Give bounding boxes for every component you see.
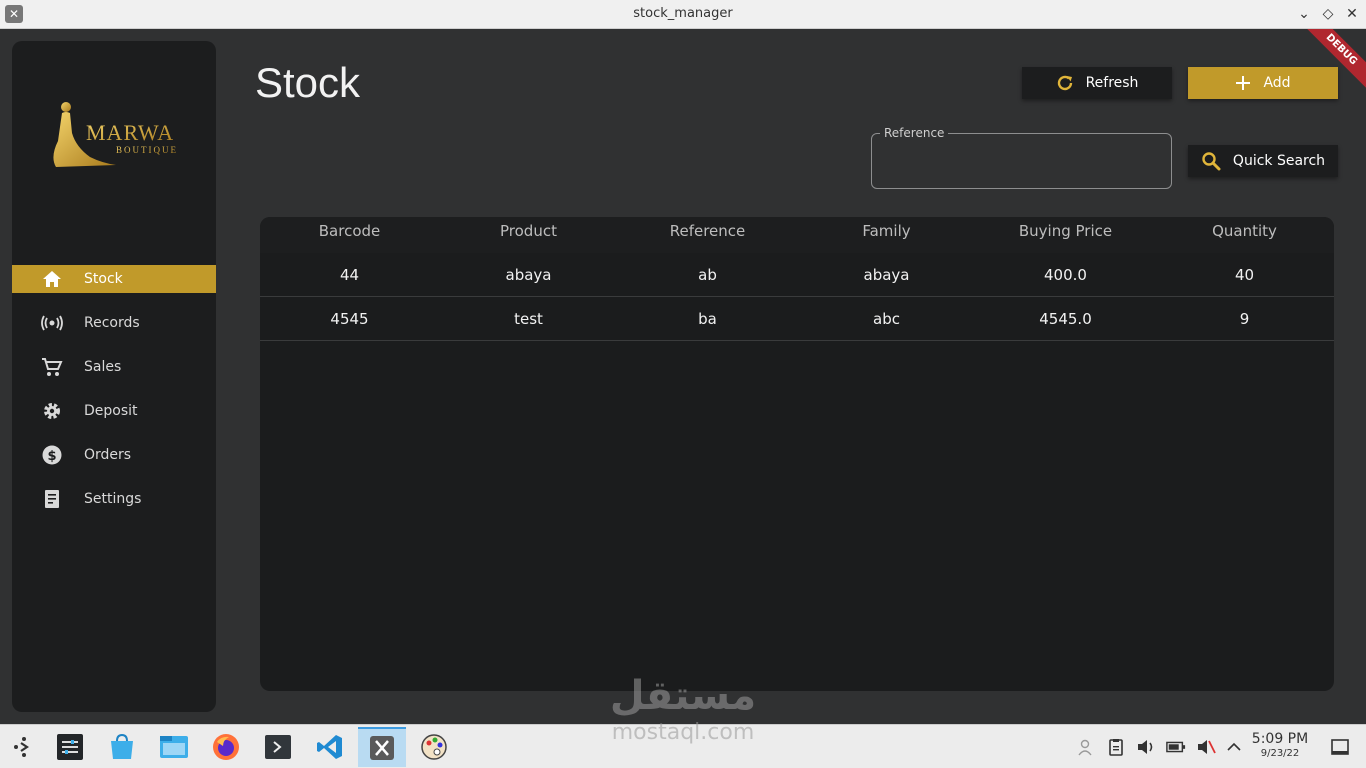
cell-family: abaya xyxy=(863,266,910,284)
brand-logo: MARWA BOUTIQUE xyxy=(46,97,186,177)
cell-buying-price: 4545.0 xyxy=(1039,310,1092,328)
plus-icon xyxy=(1235,75,1251,91)
discover-store-icon[interactable] xyxy=(98,727,146,767)
sidebar-item-label: Orders xyxy=(84,447,132,463)
cell-product: test xyxy=(514,310,543,328)
gear-icon xyxy=(40,401,64,421)
sidebar-item-sales[interactable]: Sales xyxy=(12,353,216,381)
home-icon xyxy=(40,269,64,289)
muted-speaker-icon[interactable] xyxy=(1196,737,1216,757)
stock-manager-taskbar-icon[interactable] xyxy=(358,727,406,767)
cell-barcode: 44 xyxy=(339,266,360,284)
sidebar-item-label: Deposit xyxy=(84,403,138,419)
column-header-reference[interactable]: Reference xyxy=(618,217,797,253)
sidebar-item-deposit[interactable]: Deposit xyxy=(12,397,216,425)
watermark-latin: mostaql.com xyxy=(611,720,755,745)
clipboard-icon[interactable] xyxy=(1106,737,1126,757)
paint-app-icon[interactable] xyxy=(410,727,458,767)
maximize-button[interactable]: ◇ xyxy=(1318,4,1338,24)
cart-icon xyxy=(40,357,64,377)
app-window: DEBUG MARWA BOUTIQUE Stock Records Sales… xyxy=(0,29,1366,724)
system-clock[interactable]: 5:09 PM 9/23/22 xyxy=(1248,731,1312,759)
terminal-icon[interactable] xyxy=(254,727,302,767)
cell-product: abaya xyxy=(505,266,552,284)
close-button[interactable]: ✕ xyxy=(1342,4,1362,24)
receipt-icon xyxy=(40,489,64,509)
reference-field[interactable]: Reference xyxy=(871,126,1172,189)
table-header: Barcode Product Reference Family Buying … xyxy=(260,217,1334,253)
cell-quantity: 9 xyxy=(1239,310,1250,328)
clock-time: 5:09 PM xyxy=(1251,731,1309,747)
refresh-button[interactable]: Refresh xyxy=(1022,67,1172,99)
sidebar-item-label: Settings xyxy=(84,491,142,507)
sidebar-item-stock[interactable]: Stock xyxy=(12,265,216,293)
column-header-barcode[interactable]: Barcode xyxy=(260,217,439,253)
cell-quantity: 40 xyxy=(1234,266,1255,284)
minimize-button[interactable]: ⌄ xyxy=(1294,4,1314,24)
system-settings-icon[interactable] xyxy=(46,727,94,767)
vscode-icon[interactable] xyxy=(306,727,354,767)
refresh-label: Refresh xyxy=(1085,75,1139,91)
sidebar-item-orders[interactable]: $ Orders xyxy=(12,441,216,469)
window-titlebar: ✕ stock_manager ⌄ ◇ ✕ xyxy=(0,0,1366,29)
column-header-buying-price[interactable]: Buying Price xyxy=(976,217,1155,253)
sidebar-item-label: Records xyxy=(84,315,140,331)
cell-reference: ab xyxy=(698,266,717,284)
search-icon xyxy=(1201,151,1221,171)
quick-search-label: Quick Search xyxy=(1232,153,1326,169)
watermark: مستقل mostaql.com xyxy=(598,672,768,754)
sidebar-item-records[interactable]: Records xyxy=(12,309,216,337)
broadcast-icon xyxy=(40,313,64,333)
reference-input[interactable] xyxy=(882,152,1162,176)
column-header-quantity[interactable]: Quantity xyxy=(1155,217,1334,253)
window-title: stock_manager xyxy=(633,6,733,21)
cell-family: abc xyxy=(873,310,900,328)
refresh-icon xyxy=(1056,74,1074,92)
sidebar-item-label: Stock xyxy=(84,271,123,287)
column-header-family[interactable]: Family xyxy=(797,217,976,253)
sidebar: MARWA BOUTIQUE Stock Records Sales Depos… xyxy=(12,41,216,712)
table-row[interactable]: 4545 test ba abc 4545.0 9 xyxy=(260,297,1334,341)
show-desktop-icon[interactable] xyxy=(1330,737,1350,757)
quick-search-button[interactable]: Quick Search xyxy=(1188,145,1338,177)
firefox-icon[interactable] xyxy=(202,727,250,767)
sidebar-item-settings[interactable]: Settings xyxy=(12,485,216,513)
svg-text:MARWA: MARWA xyxy=(86,120,174,145)
cell-reference: ba xyxy=(698,310,717,328)
app-launcher-icon[interactable] xyxy=(0,727,48,767)
file-manager-icon[interactable] xyxy=(150,727,198,767)
cell-barcode: 4545 xyxy=(330,310,369,328)
column-header-product[interactable]: Product xyxy=(439,217,618,253)
watermark-arabic: مستقل xyxy=(609,673,757,719)
clock-date: 9/23/22 xyxy=(1260,748,1300,759)
svg-text:$: $ xyxy=(47,449,56,464)
sidebar-item-label: Sales xyxy=(84,359,122,375)
cell-buying-price: 400.0 xyxy=(1044,266,1087,284)
add-button[interactable]: Add xyxy=(1188,67,1338,99)
table-row[interactable]: 44 abaya ab abaya 400.0 40 xyxy=(260,253,1334,297)
volume-icon[interactable] xyxy=(1136,737,1156,757)
sidebar-nav: Stock Records Sales Deposit $ Orders Set… xyxy=(12,265,216,529)
user-status-icon[interactable] xyxy=(1076,737,1096,757)
add-label: Add xyxy=(1263,75,1291,91)
stock-table: Barcode Product Reference Family Buying … xyxy=(260,217,1334,691)
page-title: Stock xyxy=(255,59,361,106)
svg-text:BOUTIQUE: BOUTIQUE xyxy=(116,145,178,155)
battery-icon[interactable] xyxy=(1166,737,1186,757)
dollar-icon: $ xyxy=(40,445,64,465)
chevron-up-icon[interactable] xyxy=(1224,737,1244,757)
reference-field-label: Reference xyxy=(880,126,949,140)
